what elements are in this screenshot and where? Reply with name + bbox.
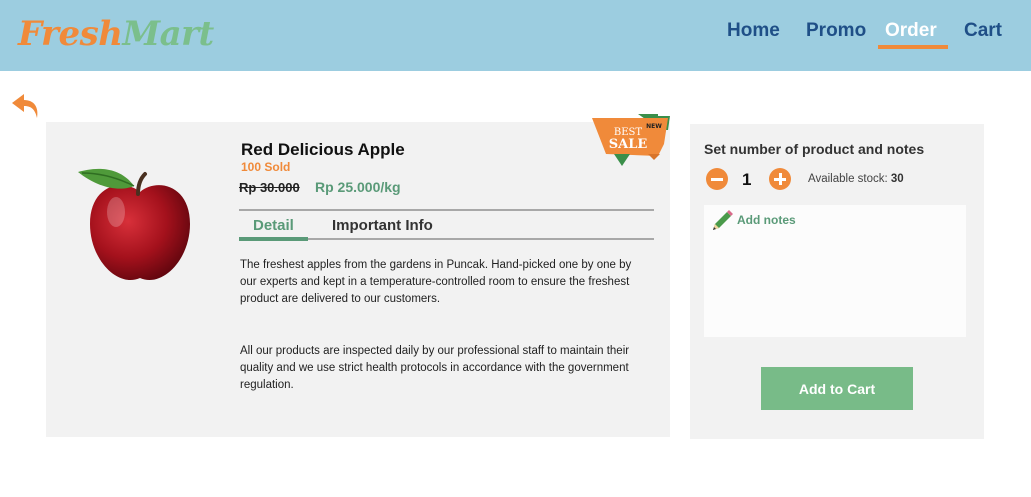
sale-price: Rp 25.000/kg — [315, 179, 401, 195]
plus-circle-icon[interactable] — [769, 168, 791, 190]
minus-circle-icon[interactable] — [706, 168, 728, 190]
best-sale-badge: BEST SALE NEW — [592, 114, 670, 166]
stock-label: Available stock: — [808, 173, 891, 185]
nav-home[interactable]: Home — [727, 20, 780, 42]
pencil-icon — [713, 210, 733, 230]
logo-part-fresh: Fresh — [18, 14, 123, 54]
nav-cart[interactable]: Cart — [964, 20, 1002, 42]
order-panel-title: Set number of product and notes — [704, 141, 925, 157]
quantity-value: 1 — [742, 170, 752, 189]
back-arrow-icon[interactable] — [10, 92, 42, 122]
available-stock: Available stock: 30 — [808, 173, 904, 185]
top-navbar: FreshMart Home Promo Order Cart — [0, 0, 1031, 71]
product-image-red-apple — [78, 168, 190, 281]
tab-active-indicator — [239, 237, 308, 241]
nav-order[interactable]: Order — [885, 20, 937, 42]
description-paragraph-1: The freshest apples from the gardens in … — [240, 259, 632, 305]
sold-count: 100 Sold — [241, 160, 291, 174]
logo-part-mart: Mart — [122, 14, 214, 54]
stock-value: 30 — [890, 173, 904, 185]
badge-new-text: NEW — [646, 123, 662, 130]
badge-sale-text: SALE — [609, 137, 648, 152]
nav-active-indicator — [878, 45, 948, 49]
tab-detail[interactable]: Detail — [253, 217, 294, 234]
freshmart-logo[interactable]: FreshMart — [18, 14, 214, 54]
nav-promo[interactable]: Promo — [806, 20, 866, 42]
product-title: Red Delicious Apple — [241, 140, 405, 159]
add-to-cart-button[interactable]: Add to Cart — [761, 367, 913, 410]
divider-top — [239, 209, 654, 211]
add-notes-label: Add notes — [737, 213, 796, 227]
notes-field[interactable]: Add notes — [704, 205, 966, 337]
original-price: Rp 30.000 — [239, 180, 300, 195]
description-paragraph-2: All our products are inspected daily by … — [240, 345, 630, 391]
tab-important-info[interactable]: Important Info — [332, 217, 433, 234]
